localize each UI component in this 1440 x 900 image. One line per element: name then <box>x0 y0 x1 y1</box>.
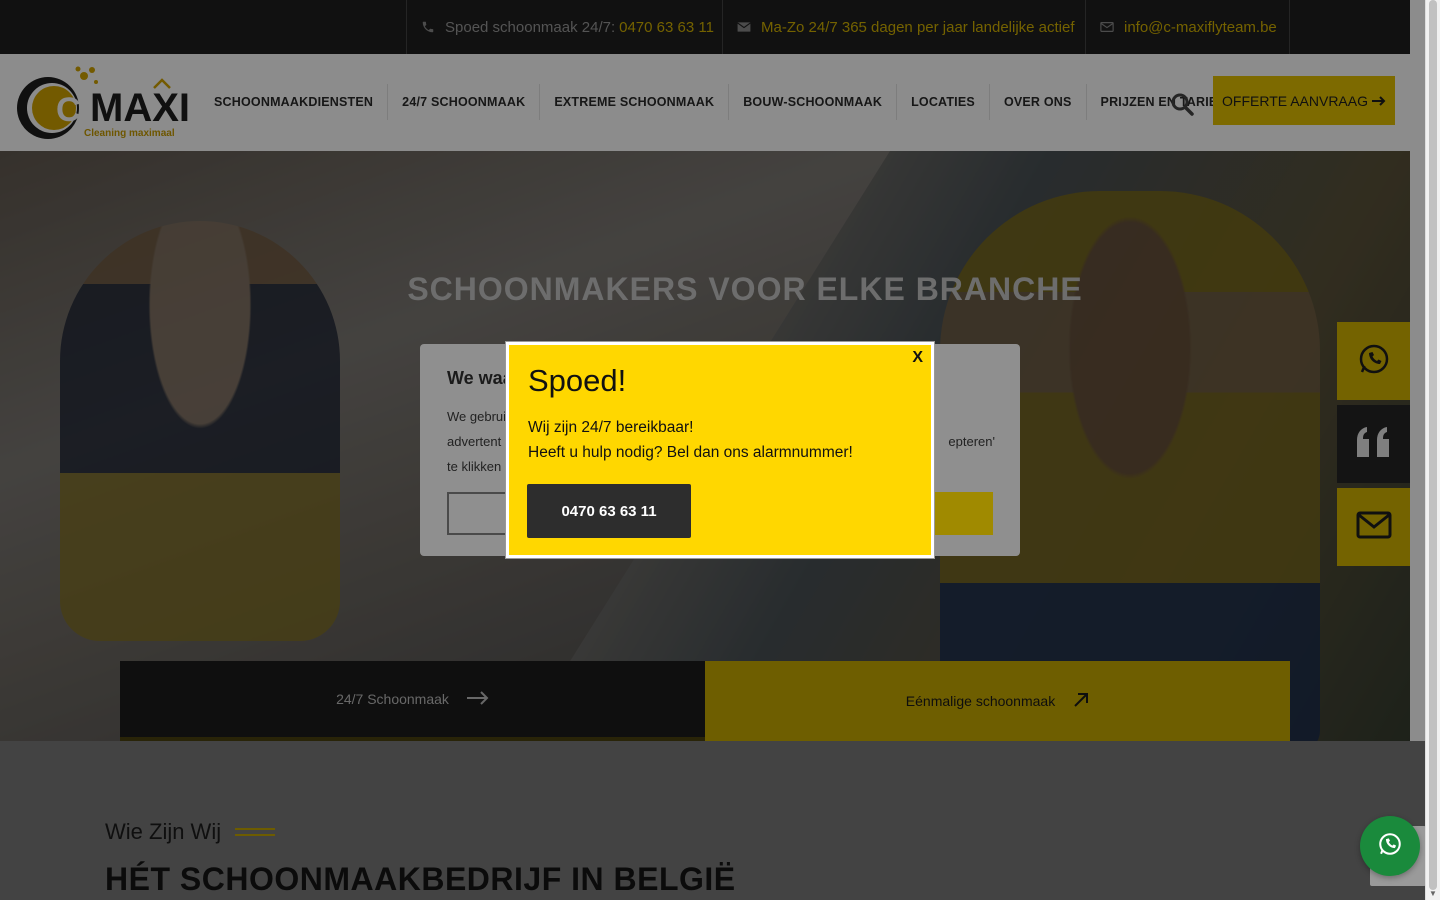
popup-text-line-1: Wij zijn 24/7 bereikbaar! <box>528 419 694 436</box>
close-button[interactable]: X <box>912 349 923 367</box>
cookie-title: We waa <box>447 368 513 388</box>
page-scrollbar[interactable]: ▼ <box>1425 0 1440 900</box>
popup-text-line-2: Heeft u hulp nodig? Bel dan ons alarmnum… <box>528 444 853 461</box>
whatsapp-icon <box>1377 831 1403 862</box>
spoed-popup: X Spoed! Wij zijn 24/7 bereikbaar! Heeft… <box>506 342 934 558</box>
scrollbar-thumb[interactable] <box>1429 0 1437 890</box>
popup-call-button[interactable]: 0470 63 63 11 <box>527 484 691 538</box>
popup-title: Spoed! <box>528 363 627 398</box>
chevron-down-icon[interactable]: ▼ <box>1429 889 1437 898</box>
whatsapp-chat-button[interactable] <box>1360 816 1420 876</box>
